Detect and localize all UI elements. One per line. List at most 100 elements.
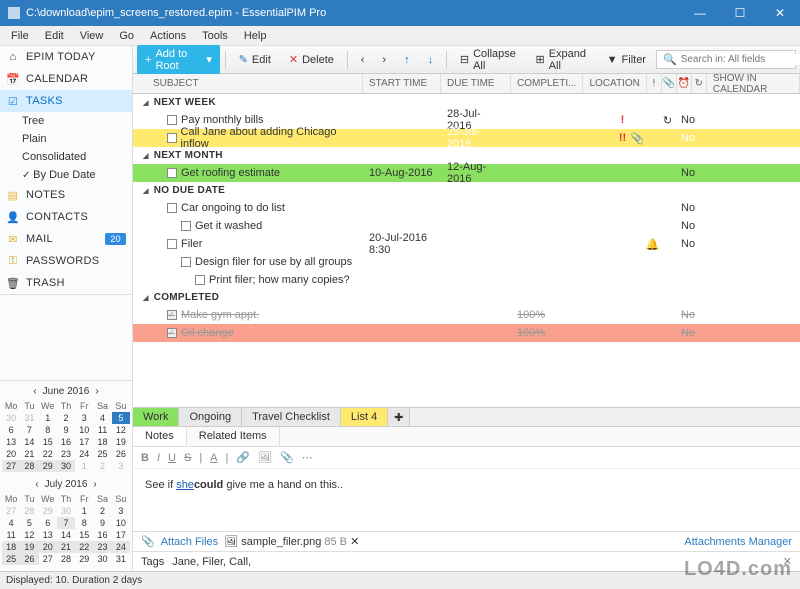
calendar-day[interactable]: 23 [57, 448, 75, 460]
calendar-day[interactable]: 19 [112, 436, 130, 448]
menu-actions[interactable]: Actions [143, 28, 193, 44]
calendar-day[interactable]: 24 [112, 541, 130, 553]
task-row[interactable]: Car ongoing to do listNo [133, 199, 800, 217]
calendar-day[interactable]: 10 [75, 424, 93, 436]
calendar-day[interactable]: 9 [57, 424, 75, 436]
calendar-day[interactable]: 3 [112, 505, 130, 517]
move-down-button[interactable]: ↓ [420, 51, 442, 69]
minimize-button[interactable]: — [680, 0, 720, 26]
task-checkbox[interactable] [167, 133, 177, 143]
move-up-button[interactable]: ↑ [396, 51, 418, 69]
col-show-in-calendar[interactable]: SHOW IN CALENDAR [707, 74, 800, 93]
task-row[interactable]: Make gym appt.100%No [133, 306, 800, 324]
calendar-day[interactable]: 15 [39, 436, 57, 448]
nav-calendar[interactable]: 📅CALENDAR [0, 68, 132, 90]
subtab-related[interactable]: Related Items [187, 427, 280, 446]
task-row[interactable]: Filer20-Jul-2016 8:30🔔No [133, 235, 800, 253]
more-button[interactable]: ⋯ [302, 451, 313, 464]
col-priority-icon[interactable]: ! [647, 74, 662, 93]
calendar-day[interactable]: 26 [112, 448, 130, 460]
task-checkbox[interactable] [167, 328, 177, 338]
link-button[interactable]: 🔗 [236, 451, 250, 464]
task-row[interactable]: Oil change100%No [133, 324, 800, 342]
subtab-notes[interactable]: Notes [133, 427, 187, 446]
mini-calendar[interactable]: ‹July 2016›MoTuWeThFrSaSu272829301234567… [2, 476, 130, 565]
calendar-day[interactable]: 20 [2, 448, 20, 460]
filter-button[interactable]: ▼Filter [599, 51, 654, 69]
calendar-day[interactable]: 19 [20, 541, 38, 553]
calendar-day[interactable]: 31 [20, 412, 38, 424]
calendar-day[interactable]: 30 [2, 412, 20, 424]
calendar-day[interactable]: 11 [2, 529, 20, 541]
tree-view-tree[interactable]: Tree [0, 112, 132, 130]
calendar-day[interactable]: 25 [93, 448, 111, 460]
nav-mail[interactable]: ✉MAIL20 [0, 228, 132, 250]
calendar-day[interactable]: 4 [2, 517, 20, 529]
menu-edit[interactable]: Edit [38, 28, 71, 44]
nav-back-button[interactable]: ‹ [353, 51, 373, 69]
nav-contacts[interactable]: 👤CONTACTS [0, 206, 132, 228]
tree-view-consolidated[interactable]: Consolidated [0, 148, 132, 166]
calendar-day[interactable]: 4 [93, 412, 111, 424]
tab-add-button[interactable]: ✚ [388, 408, 410, 426]
calendar-day[interactable]: 20 [39, 541, 57, 553]
tab-travel-checklist[interactable]: Travel Checklist [242, 408, 341, 426]
calendar-day[interactable]: 1 [75, 460, 93, 472]
calendar-day[interactable]: 29 [75, 553, 93, 565]
calendar-day[interactable]: 30 [57, 505, 75, 517]
calendar-day[interactable]: 27 [2, 460, 20, 472]
close-button[interactable]: ✕ [760, 0, 800, 26]
delete-button[interactable]: ✕Delete [281, 50, 342, 69]
calendar-day[interactable]: 28 [20, 505, 38, 517]
calendar-day[interactable]: 24 [75, 448, 93, 460]
calendar-day[interactable]: 6 [39, 517, 57, 529]
calendar-day[interactable]: 21 [57, 541, 75, 553]
calendar-day[interactable]: 26 [20, 553, 38, 565]
calendar-day[interactable]: 2 [93, 460, 111, 472]
calendar-day[interactable]: 28 [20, 460, 38, 472]
calendar-day[interactable]: 15 [75, 529, 93, 541]
calendar-day[interactable]: 7 [20, 424, 38, 436]
calendar-day[interactable]: 12 [20, 529, 38, 541]
calendar-day[interactable]: 3 [112, 460, 130, 472]
tree-view-plain[interactable]: Plain [0, 130, 132, 148]
calendar-day[interactable]: 3 [75, 412, 93, 424]
calendar-day[interactable]: 28 [57, 553, 75, 565]
edit-button[interactable]: ✎Edit [231, 50, 279, 69]
collapse-all-button[interactable]: ⊟Collapse All [452, 45, 526, 75]
calendar-day[interactable]: 1 [39, 412, 57, 424]
menu-go[interactable]: Go [112, 28, 141, 44]
task-checkbox[interactable] [167, 310, 177, 320]
attach-files-link[interactable]: Attach Files [161, 536, 218, 548]
font-color-button[interactable]: A [210, 452, 217, 464]
calendar-day[interactable]: 12 [112, 424, 130, 436]
nav-epim-today[interactable]: ⌂EPIM TODAY [0, 46, 132, 68]
tab-list4[interactable]: List 4 [341, 408, 388, 426]
task-checkbox[interactable] [181, 221, 191, 231]
calendar-day[interactable]: 29 [39, 505, 57, 517]
calendar-day[interactable]: 18 [93, 436, 111, 448]
calendar-day[interactable]: 22 [39, 448, 57, 460]
task-row[interactable]: Get it washedNo [133, 217, 800, 235]
calendar-day[interactable]: 17 [112, 529, 130, 541]
group-header[interactable]: COMPLETED [133, 289, 800, 306]
editor-body[interactable]: See if shecould give me a hand on this.. [133, 469, 800, 531]
nav-forward-button[interactable]: › [374, 51, 394, 69]
task-checkbox[interactable] [167, 203, 177, 213]
task-checkbox[interactable] [195, 275, 205, 285]
tab-ongoing[interactable]: Ongoing [179, 408, 242, 426]
task-checkbox[interactable] [167, 115, 177, 125]
calendar-day[interactable]: 16 [93, 529, 111, 541]
tree-view-by-due-date[interactable]: By Due Date [0, 166, 132, 184]
menu-view[interactable]: View [73, 28, 111, 44]
calendar-day[interactable]: 2 [57, 412, 75, 424]
calendar-day[interactable]: 9 [93, 517, 111, 529]
calendar-day[interactable]: 10 [112, 517, 130, 529]
col-start-time[interactable]: START TIME [363, 74, 441, 93]
maximize-button[interactable]: ☐ [720, 0, 760, 26]
calendar-day[interactable]: 14 [57, 529, 75, 541]
calendar-day[interactable]: 2 [93, 505, 111, 517]
italic-button[interactable]: I [157, 452, 160, 464]
calendar-day[interactable]: 5 [20, 517, 38, 529]
tab-work[interactable]: Work [133, 408, 179, 426]
